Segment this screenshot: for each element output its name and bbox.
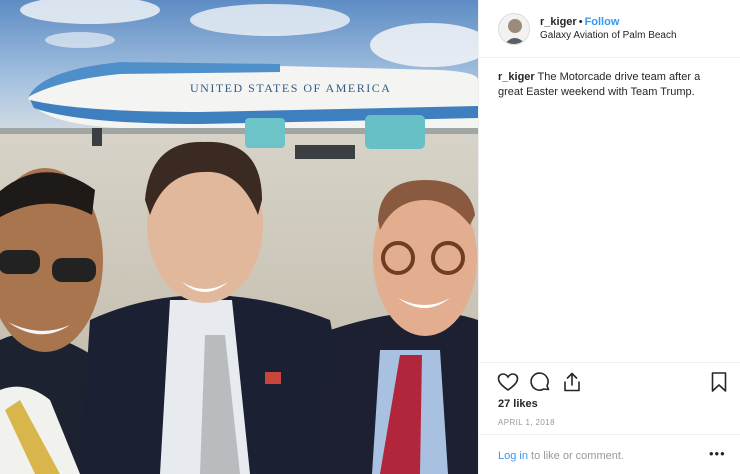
location-link[interactable]: Galaxy Aviation of Palm Beach: [540, 30, 677, 42]
post-photo[interactable]: UNITED STATES OF AMERICA: [0, 0, 478, 474]
action-bar: [479, 368, 740, 396]
username-link[interactable]: r_kiger: [540, 16, 577, 28]
divider: [479, 362, 740, 363]
svg-text:UNITED STATES OF AMERICA: UNITED STATES OF AMERICA: [190, 81, 391, 95]
bookmark-icon[interactable]: [707, 370, 731, 394]
comment-prompt: Log in to like or comment.: [498, 450, 624, 462]
separator-dot: •: [578, 16, 583, 28]
post-sidebar: r_kiger • Follow Galaxy Aviation of Palm B…: [478, 0, 740, 474]
comment-prompt-text: to like or comment.: [527, 450, 624, 462]
likes-count[interactable]: 27 likes: [498, 398, 538, 410]
share-icon[interactable]: [560, 370, 584, 394]
heart-icon[interactable]: [496, 370, 520, 394]
divider: [479, 434, 740, 435]
airplane-graphic: UNITED STATES OF AMERICA: [28, 62, 478, 159]
more-options-icon[interactable]: •••: [709, 446, 727, 462]
post-date[interactable]: APRIL 1, 2018: [498, 418, 555, 427]
post-header: r_kiger • Follow Galaxy Aviation of Palm B…: [479, 0, 740, 58]
post-caption: r_kiger The Motorcade drive team after a…: [498, 70, 728, 100]
comment-icon[interactable]: [528, 370, 552, 394]
avatar[interactable]: [498, 13, 530, 45]
header-user-line: r_kiger • Follow: [540, 16, 619, 29]
caption-username[interactable]: r_kiger: [498, 71, 535, 83]
login-link[interactable]: Log in: [498, 450, 528, 462]
follow-button[interactable]: Follow: [585, 16, 620, 28]
avatar-image: [499, 14, 529, 44]
photo-illustration: UNITED STATES OF AMERICA: [0, 0, 478, 474]
